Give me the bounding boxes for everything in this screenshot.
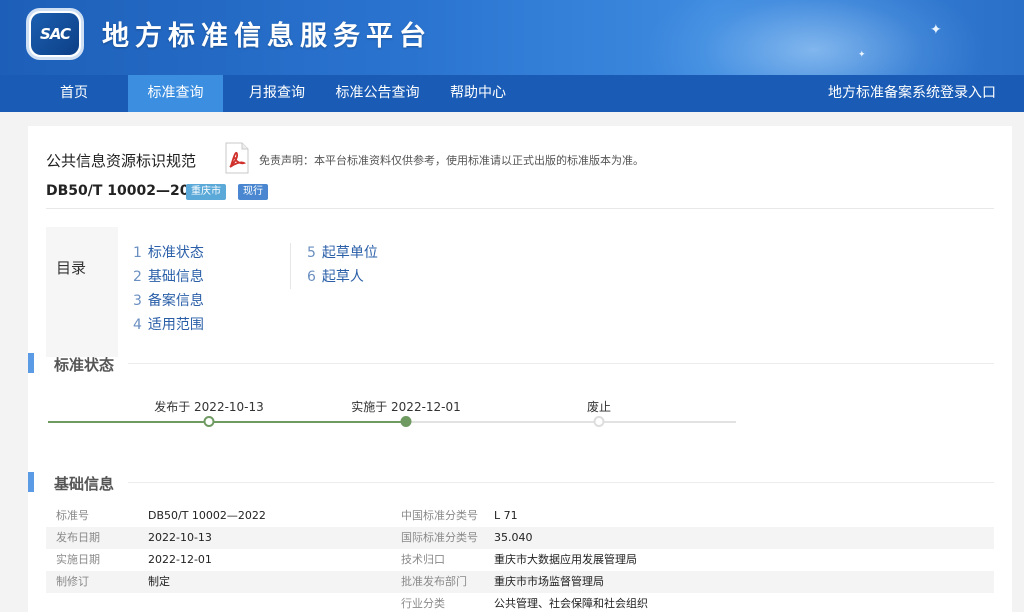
timeline-pending-line — [406, 421, 736, 423]
field-value: 35.040 — [494, 531, 533, 544]
field-value: 重庆市市场监督管理局 — [494, 575, 604, 588]
timeline-dot-abolished — [593, 416, 605, 427]
toc-item-standard-status[interactable]: 1 标准状态 — [133, 242, 204, 262]
field-label: 发布日期 — [56, 531, 100, 544]
field-label: 中国标准分类号 — [401, 509, 478, 522]
main-nav: 首页 标准查询 月报查询 标准公告查询 帮助中心 地方标准备案系统登录入口 — [0, 75, 1024, 112]
pdf-icon[interactable] — [224, 142, 250, 174]
standard-detail-card: 公共信息资源标识规范 免责声明：本平台标准资料仅供参考，使用标准请以正式出版的标… — [28, 126, 1012, 612]
field-value: 公共管理、社会保障和社会组织 — [494, 597, 648, 610]
disclaimer-text: 免责声明：本平台标准资料仅供参考，使用标准请以正式出版的标准版本为准。 — [259, 154, 644, 167]
toc-item-basic-info[interactable]: 2 基础信息 — [133, 266, 204, 286]
timeline-progress-line — [48, 421, 406, 423]
table-row: 发布日期 2022-10-13 国际标准分类号 35.040 — [46, 527, 994, 549]
section-divider — [128, 363, 994, 364]
nav-item-monthly-report[interactable]: 月报查询 — [238, 75, 316, 112]
toc-divider — [290, 243, 291, 289]
section-title-basic-info: 基础信息 — [54, 475, 115, 493]
field-label: 行业分类 — [401, 597, 445, 610]
section-divider — [128, 482, 994, 483]
sac-logo-text: SAC — [31, 13, 79, 55]
table-row: 实施日期 2022-12-01 技术归口 重庆市大数据应用发展管理局 — [46, 549, 994, 571]
field-label: 实施日期 — [56, 553, 100, 566]
title-divider — [46, 208, 994, 209]
timeline-label-published: 发布于 2022-10-13 — [154, 400, 264, 414]
field-label: 批准发布部门 — [401, 575, 467, 588]
section-title-standard-status: 标准状态 — [54, 356, 115, 374]
section-marker — [28, 472, 34, 492]
field-value: DB50/T 10002—2022 — [148, 509, 266, 522]
sac-logo[interactable]: SAC — [26, 8, 84, 60]
site-title: 地方标准信息服务平台 — [102, 21, 432, 52]
standard-code: DB50/T 10002—2022 — [46, 183, 209, 199]
table-row: 标准号 DB50/T 10002—2022 中国标准分类号 L 71 — [46, 505, 994, 527]
section-marker — [28, 353, 34, 373]
timeline-label-abolished: 废止 — [586, 400, 612, 414]
toc-panel — [46, 227, 118, 357]
field-label: 制修订 — [56, 575, 89, 588]
standard-title: 公共信息资源标识规范 — [46, 152, 197, 170]
table-row: 行业分类 公共管理、社会保障和社会组织 — [46, 593, 994, 612]
field-value: 2022-12-01 — [148, 553, 212, 566]
nav-item-help-center[interactable]: 帮助中心 — [442, 75, 514, 112]
sparkle-icon: ✦ — [858, 50, 866, 60]
field-value: 2022-10-13 — [148, 531, 212, 544]
filing-system-login-link[interactable]: 地方标准备案系统登录入口 — [828, 75, 996, 112]
field-label: 国际标准分类号 — [401, 531, 478, 544]
toc-item-drafting-unit[interactable]: 5 起草单位 — [307, 242, 378, 262]
toc-title: 目录 — [56, 259, 87, 277]
toc-item-filing-info[interactable]: 3 备案信息 — [133, 290, 204, 310]
toc-item-scope[interactable]: 4 适用范围 — [133, 314, 204, 334]
field-value: 制定 — [148, 575, 170, 588]
field-label: 标准号 — [56, 509, 89, 522]
nav-item-home[interactable]: 首页 — [38, 75, 110, 112]
header-banner: ✦ ✦ SAC 地方标准信息服务平台 — [0, 0, 1024, 75]
field-value: 重庆市大数据应用发展管理局 — [494, 553, 637, 566]
sparkle-icon: ✦ — [930, 22, 942, 38]
timeline-dot-published — [203, 416, 215, 427]
field-value: L 71 — [494, 509, 518, 522]
nav-item-standard-query[interactable]: 标准查询 — [128, 75, 223, 112]
timeline-dot-implemented — [400, 416, 412, 427]
table-row: 制修订 制定 批准发布部门 重庆市市场监督管理局 — [46, 571, 994, 593]
region-badge: 重庆市 — [186, 184, 226, 200]
timeline-label-implemented: 实施于 2022-12-01 — [351, 400, 461, 414]
nav-item-announcement-query[interactable]: 标准公告查询 — [330, 75, 425, 112]
field-label: 技术归口 — [401, 553, 445, 566]
status-badge: 现行 — [238, 184, 268, 200]
toc-item-drafters[interactable]: 6 起草人 — [307, 266, 364, 286]
